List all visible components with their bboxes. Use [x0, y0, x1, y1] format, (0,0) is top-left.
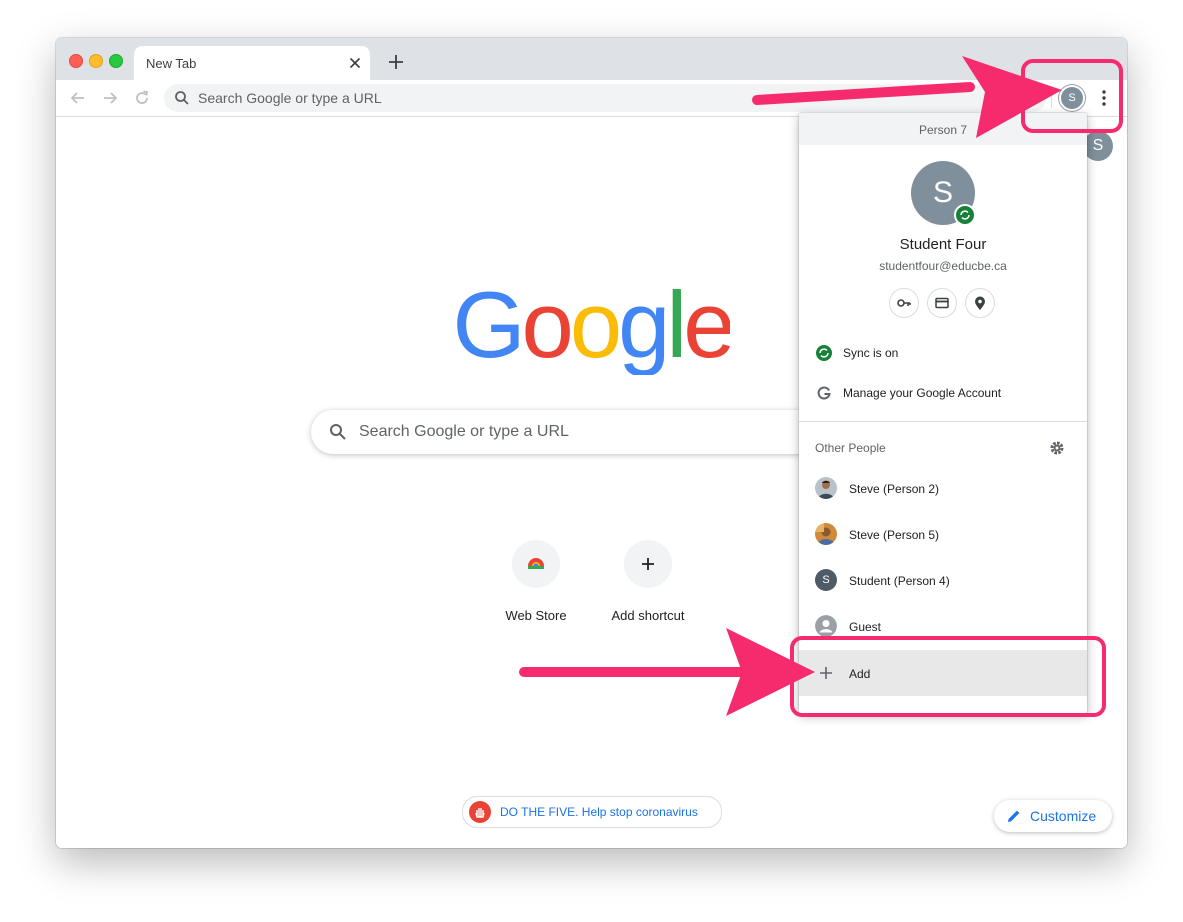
key-icon[interactable] [889, 288, 919, 318]
location-pin-icon[interactable] [965, 288, 995, 318]
forward-arrow-icon[interactable] [100, 88, 120, 108]
avatar-initial-icon: S [815, 569, 837, 591]
person-label: Student (Person 4) [849, 574, 950, 588]
customize-label: Customize [1030, 808, 1097, 824]
gear-icon[interactable] [1049, 440, 1065, 456]
window-minimize-button[interactable] [89, 54, 103, 68]
pencil-icon [1008, 810, 1020, 822]
profile-email: studentfour@educbe.ca [879, 259, 1007, 273]
tab-title: New Tab [146, 56, 197, 71]
manage-account-label: Manage your Google Account [843, 386, 1002, 400]
logo-letter: o [570, 275, 619, 375]
ntp-avatar[interactable]: S [1083, 131, 1113, 161]
avatar-photo-icon [815, 523, 837, 545]
back-arrow-icon[interactable] [68, 88, 88, 108]
shortcut-label: Add shortcut [611, 608, 685, 623]
tab-new-tab[interactable]: New Tab [134, 46, 370, 80]
highlight-box-profile [1021, 59, 1123, 133]
sync-label: Sync is on [843, 346, 899, 360]
chrome-web-store-icon [528, 558, 544, 569]
person-label: Guest [849, 620, 882, 634]
omnibox[interactable]: Search Google or type a URL [164, 84, 1046, 112]
other-people-title: Other People [815, 441, 886, 455]
hand-stop-icon [469, 801, 491, 823]
logo-letter: l [666, 275, 683, 375]
sync-badge-icon [954, 204, 976, 226]
ntp-search-placeholder: Search Google or type a URL [359, 423, 569, 440]
person-label: Steve (Person 2) [849, 482, 940, 496]
logo-letter: o [522, 275, 571, 375]
customize-button[interactable]: Customize [994, 800, 1112, 832]
search-icon [175, 91, 189, 105]
shortcut-tile [624, 540, 672, 588]
close-icon[interactable] [346, 54, 364, 72]
highlight-box-add [790, 636, 1106, 717]
logo-letter: g [618, 275, 666, 375]
shortcut-tile [512, 540, 560, 588]
avatar-photo-icon [815, 477, 837, 499]
reload-icon[interactable] [132, 88, 152, 108]
menu-divider [799, 421, 1087, 422]
guest-icon [815, 615, 837, 637]
sync-icon [816, 345, 832, 361]
ntp-search-box[interactable]: Search Google or type a URL [311, 410, 871, 454]
promo-text: DO THE FIVE. Help stop coronavirus [500, 805, 698, 819]
profile-name: Student Four [899, 236, 987, 253]
person-label: Steve (Person 5) [849, 528, 940, 542]
toolbar: Search Google or type a URL S [56, 80, 1127, 117]
credit-card-icon[interactable] [927, 288, 957, 318]
new-tab-plus-icon[interactable] [386, 52, 406, 72]
shortcut-label: Web Store [505, 608, 567, 623]
promo-banner[interactable]: DO THE FIVE. Help stop coronavirus [462, 796, 722, 828]
logo-letter: e [683, 275, 730, 375]
omnibox-placeholder: Search Google or type a URL [198, 90, 382, 106]
google-logo: Google [454, 275, 730, 375]
search-icon [330, 424, 346, 440]
window-maximize-button[interactable] [109, 54, 123, 68]
manage-account-row[interactable]: Manage your Google Account [799, 375, 1087, 411]
plus-icon [642, 558, 654, 570]
google-g-icon [817, 386, 831, 400]
window-close-button[interactable] [69, 54, 83, 68]
profile-menu: Person 7 S Student Four studentfour@educ… [799, 113, 1087, 713]
person-row-steve-2[interactable]: Steve (Person 2) [799, 465, 1087, 511]
shortcut-add[interactable]: Add shortcut [598, 540, 698, 636]
svg-text:Google: Google [454, 275, 730, 375]
logo-letter: G [454, 275, 522, 375]
shortcut-web-store[interactable]: Web Store [486, 540, 586, 636]
person-row-student-4[interactable]: S Student (Person 4) [799, 557, 1087, 603]
person-row-steve-5[interactable]: Steve (Person 5) [799, 511, 1087, 557]
sync-status-row[interactable]: Sync is on [799, 335, 1087, 371]
tab-strip: New Tab [56, 38, 1127, 80]
